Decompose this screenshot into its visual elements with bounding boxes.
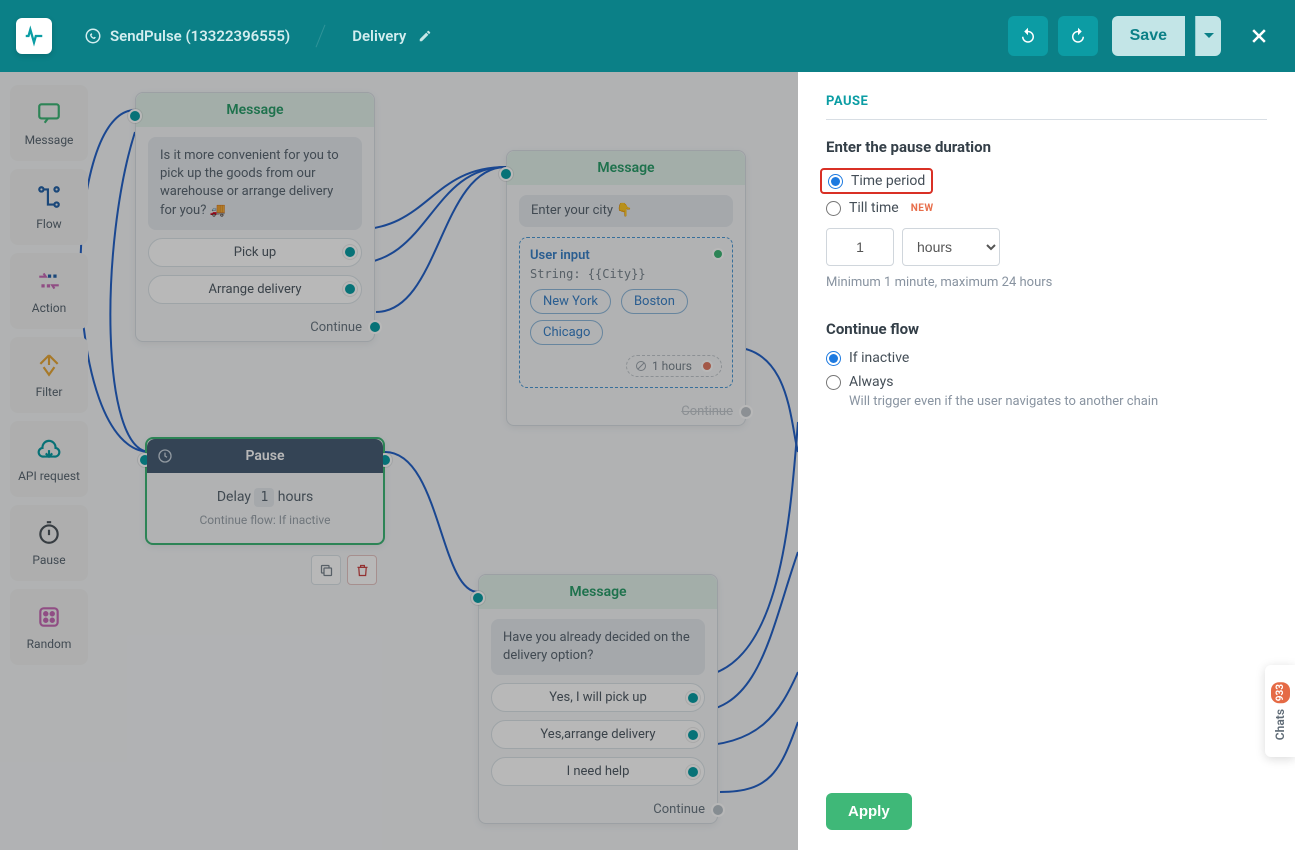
save-dropdown[interactable] bbox=[1195, 16, 1221, 56]
always-hint: Will trigger even if the user navigates … bbox=[849, 394, 1267, 409]
continue-flow-label: Continue flow bbox=[826, 320, 1267, 338]
canvas-overlay[interactable] bbox=[0, 72, 798, 850]
highlight-annotation: Time period bbox=[820, 168, 933, 194]
chats-count: 933 bbox=[1271, 682, 1290, 703]
redo-button[interactable] bbox=[1058, 16, 1098, 56]
chats-tab[interactable]: 933 Chats bbox=[1265, 665, 1295, 757]
close-button[interactable] bbox=[1239, 16, 1279, 56]
duration-label: Enter the pause duration bbox=[826, 138, 1267, 156]
radio-time-period[interactable]: Time period bbox=[828, 173, 925, 189]
whatsapp-icon bbox=[84, 27, 102, 45]
flow-name: Delivery bbox=[352, 27, 406, 45]
duration-unit-select[interactable]: hours bbox=[902, 228, 1000, 266]
duration-hint: Minimum 1 minute, maximum 24 hours bbox=[826, 274, 1267, 292]
radio-input[interactable] bbox=[826, 375, 841, 390]
radio-till-time[interactable]: Till time NEW bbox=[826, 200, 1267, 216]
radio-always[interactable]: Always bbox=[826, 374, 1267, 390]
undo-button[interactable] bbox=[1008, 16, 1048, 56]
duration-inputs: hours bbox=[826, 228, 1267, 266]
apply-button[interactable]: Apply bbox=[826, 793, 912, 830]
radio-input[interactable] bbox=[826, 351, 841, 366]
pencil-icon[interactable] bbox=[418, 29, 432, 43]
duration-value-input[interactable] bbox=[826, 228, 894, 266]
undo-icon bbox=[1019, 27, 1037, 45]
header-actions: Save bbox=[1008, 16, 1279, 56]
caret-down-icon bbox=[1204, 31, 1214, 41]
new-badge: NEW bbox=[911, 203, 934, 214]
panel-title: PAUSE bbox=[826, 94, 1267, 120]
breadcrumb-separator bbox=[312, 16, 330, 56]
header: SendPulse (13322396555) Delivery Save bbox=[0, 0, 1295, 72]
breadcrumb-account[interactable]: SendPulse (13322396555) bbox=[72, 21, 302, 51]
settings-panel: PAUSE Enter the pause duration Time peri… bbox=[798, 72, 1295, 850]
breadcrumb: SendPulse (13322396555) Delivery bbox=[72, 16, 1008, 56]
save-button[interactable]: Save bbox=[1112, 16, 1185, 56]
radio-input[interactable] bbox=[828, 174, 843, 189]
radio-input[interactable] bbox=[826, 201, 841, 216]
close-icon bbox=[1249, 26, 1269, 46]
account-name: SendPulse (13322396555) bbox=[110, 27, 290, 45]
logo[interactable] bbox=[16, 18, 52, 54]
redo-icon bbox=[1069, 27, 1087, 45]
chats-label: Chats bbox=[1273, 709, 1287, 740]
breadcrumb-flow[interactable]: Delivery bbox=[340, 21, 444, 51]
radio-if-inactive[interactable]: If inactive bbox=[826, 350, 1267, 366]
pulse-icon bbox=[23, 25, 45, 47]
